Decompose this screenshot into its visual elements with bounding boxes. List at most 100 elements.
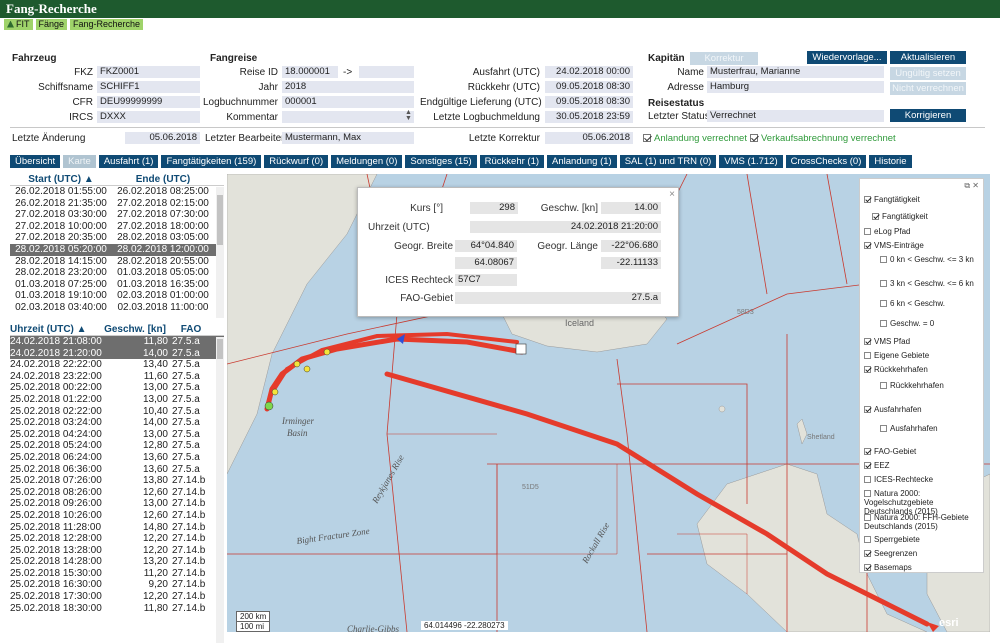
activity-row[interactable]: 28.02.2018 14:15:00 28.02.2018 20:55:00 (10, 256, 224, 268)
layer-item[interactable]: Ausfahrhafen (880, 424, 974, 433)
rueckkehr-field[interactable]: 09.05.2018 08:30 (545, 81, 633, 93)
activity-row[interactable]: 02.03.2018 03:40:00 02.03.2018 11:00:00 (10, 302, 224, 314)
checkbox-icon[interactable] (864, 352, 871, 359)
tab-fangtaetigkeiten[interactable]: Fangtätigkeiten (159) (161, 155, 262, 168)
vms-row[interactable]: 25.02.2018 00:22:00 13,00 27.5.a (10, 382, 224, 394)
checkbox-icon[interactable] (864, 406, 871, 413)
kommentar-field[interactable] (282, 111, 414, 123)
selected-position-marker[interactable] (515, 343, 527, 355)
reise-id-to-field[interactable] (359, 66, 414, 78)
tab-meldungen[interactable]: Meldungen (0) (331, 155, 403, 168)
letzte-aenderung-field[interactable]: 05.06.2018 (125, 132, 200, 144)
korrektur-button[interactable]: Korrektur (690, 52, 758, 65)
vms-scroll-thumb[interactable] (217, 339, 223, 359)
layer-item[interactable]: Fangtätigkeit (864, 195, 974, 204)
checkbox-icon[interactable] (864, 366, 871, 373)
layer-item[interactable]: Fangtätigkeit (872, 212, 974, 221)
vms-scrollbar[interactable] (216, 337, 224, 643)
tab-rueckkehr[interactable]: Rückkehr (1) (479, 155, 545, 168)
checkbox-icon[interactable] (864, 242, 871, 249)
tab-crosschecks[interactable]: CrossChecks (0) (785, 155, 867, 168)
home-port-marker[interactable] (927, 622, 939, 632)
vms-row[interactable]: 25.02.2018 11:28:00 14,80 27.14.b (10, 522, 224, 534)
cfr-field[interactable]: DEU99999999 (97, 96, 200, 108)
endg-lieferung-field[interactable]: 09.05.2018 08:30 (545, 96, 633, 108)
letzter-bearbeiter-field[interactable]: Mustermann, Max (282, 132, 414, 144)
letzter-status-field[interactable]: Verrechnet (707, 110, 884, 122)
checkbox-icon[interactable] (880, 300, 887, 307)
activity-scrollbar[interactable] (216, 187, 224, 318)
checkbox-icon[interactable] (880, 256, 887, 263)
layer-item[interactable]: ICES-Rechtecke (864, 475, 974, 484)
layer-item[interactable]: 3 kn < Geschw. <= 6 kn (880, 279, 974, 288)
col-uhrzeit[interactable]: Uhrzeit (UTC) ▲ (10, 324, 102, 335)
activity-scroll-thumb[interactable] (217, 195, 223, 245)
vms-row[interactable]: 25.02.2018 03:24:00 14,00 27.5.a (10, 417, 224, 429)
korrigieren-button[interactable]: Korrigieren (890, 109, 966, 122)
layer-item[interactable]: 6 kn < Geschw. (880, 299, 974, 308)
vms-row[interactable]: 25.02.2018 02:22:00 10,40 27.5.a (10, 406, 224, 418)
activity-row[interactable]: 01.03.2018 19:10:00 02.03.2018 01:00:00 (10, 290, 224, 302)
vms-row[interactable]: 24.02.2018 21:20:00 14,00 27.5.a (10, 347, 224, 360)
layer-item[interactable]: Geschw. = 0 (880, 319, 974, 328)
vms-row[interactable]: 25.02.2018 05:24:00 12,80 27.5.a (10, 440, 224, 452)
letzte-logbuch-field[interactable]: 30.05.2018 23:59 (545, 111, 633, 123)
kapitaen-name-field[interactable]: Musterfrau, Marianne (707, 66, 884, 78)
layer-item[interactable]: Rückkehrhafen (880, 381, 974, 390)
schiffsname-field[interactable]: SCHIFF1 (97, 81, 200, 93)
fishing-activity-marker[interactable] (293, 360, 301, 368)
checkbox-icon[interactable] (864, 536, 871, 543)
reise-id-field[interactable]: 18.000001 (282, 66, 338, 78)
speed-slow-marker[interactable] (264, 401, 274, 411)
tab-karte[interactable]: Karte (63, 155, 96, 168)
activity-row[interactable]: 28.02.2018 23:20:00 01.03.2018 05:05:00 (10, 267, 224, 279)
layer-item[interactable]: EEZ (864, 461, 974, 470)
vms-row[interactable]: 25.02.2018 15:30:00 11,20 27.14.b (10, 568, 224, 580)
ircs-field[interactable]: DXXX (97, 111, 200, 123)
layer-item[interactable]: Basemaps (864, 563, 974, 572)
layer-item[interactable]: 0 kn < Geschw. <= 3 kn (880, 255, 974, 264)
vms-row[interactable]: 25.02.2018 06:36:00 13,60 27.5.a (10, 464, 224, 476)
col-ende[interactable]: Ende (UTC) (112, 174, 214, 185)
activity-row[interactable]: 01.03.2018 07:25:00 01.03.2018 16:35:00 (10, 279, 224, 291)
checkbox-icon[interactable] (864, 228, 871, 235)
layer-item[interactable]: Ausfahrhafen (864, 405, 974, 414)
aktualisieren-button[interactable]: Aktualisieren (890, 51, 966, 64)
tab-anlandung[interactable]: Anlandung (1) (547, 155, 617, 168)
layer-item[interactable]: Eigene Gebiete (864, 351, 974, 360)
col-start[interactable]: Start (UTC) ▲ (10, 174, 112, 185)
vms-row[interactable]: 24.02.2018 22:22:00 13,40 27.5.a (10, 359, 224, 371)
tab-sal-trn[interactable]: SAL (1) und TRN (0) (619, 155, 717, 168)
layer-item[interactable]: Natura 2000: Vogelschutzgebiete Deutschl… (864, 489, 974, 516)
letzte-korrektur-field[interactable]: 05.06.2018 (545, 132, 633, 144)
activity-row[interactable]: 27.02.2018 20:35:00 28.02.2018 03:05:00 (10, 232, 224, 244)
logbuch-field[interactable]: 000001 (282, 96, 414, 108)
vms-row[interactable]: 25.02.2018 12:28:00 12,20 27.14.b (10, 533, 224, 545)
vms-row[interactable]: 25.02.2018 18:30:00 11,80 27.14.b (10, 603, 224, 615)
ausfahrt-field[interactable]: 24.02.2018 00:00 (545, 66, 633, 78)
layer-item[interactable]: VMS-Einträge (864, 241, 974, 250)
checkbox-icon[interactable] (880, 425, 887, 432)
activity-row[interactable]: 27.02.2018 10:00:00 27.02.2018 18:00:00 (10, 221, 224, 233)
tab-rueckwurf[interactable]: Rückwurf (0) (264, 155, 329, 168)
tab-sonstiges[interactable]: Sonstiges (15) (405, 155, 477, 168)
checkbox-icon[interactable] (864, 338, 871, 345)
adresse-field[interactable]: Hamburg (707, 81, 884, 93)
checkbox-icon[interactable] (864, 550, 871, 557)
checkbox-icon[interactable] (864, 514, 871, 521)
checkbox-icon[interactable] (880, 280, 887, 287)
tab-uebersicht[interactable]: Übersicht (10, 155, 61, 168)
vms-row[interactable]: 25.02.2018 09:26:00 13,00 27.14.b (10, 498, 224, 510)
layer-item[interactable]: Sperrgebiete (864, 535, 974, 544)
breadcrumb-fit[interactable]: FIT (4, 18, 33, 30)
panel-controls-icon[interactable]: ⧉ ✕ (964, 181, 979, 191)
fishing-activity-marker[interactable] (323, 348, 331, 356)
anlandung-verrechnet-checkbox[interactable]: Anlandung verrechnet (643, 133, 747, 144)
layer-item[interactable]: VMS Pfad (864, 337, 974, 346)
tab-vms[interactable]: VMS (1.712) (719, 155, 783, 168)
ungueltig-setzen-button[interactable]: Ungültig setzen (890, 67, 966, 80)
activity-row[interactable]: 27.02.2018 03:30:00 27.02.2018 07:30:00 (10, 209, 224, 221)
layer-item[interactable]: eLog Pfad (864, 227, 974, 236)
vms-row[interactable]: 24.02.2018 23:22:00 11,60 27.5.a (10, 371, 224, 383)
fishing-activity-marker[interactable] (271, 388, 279, 396)
